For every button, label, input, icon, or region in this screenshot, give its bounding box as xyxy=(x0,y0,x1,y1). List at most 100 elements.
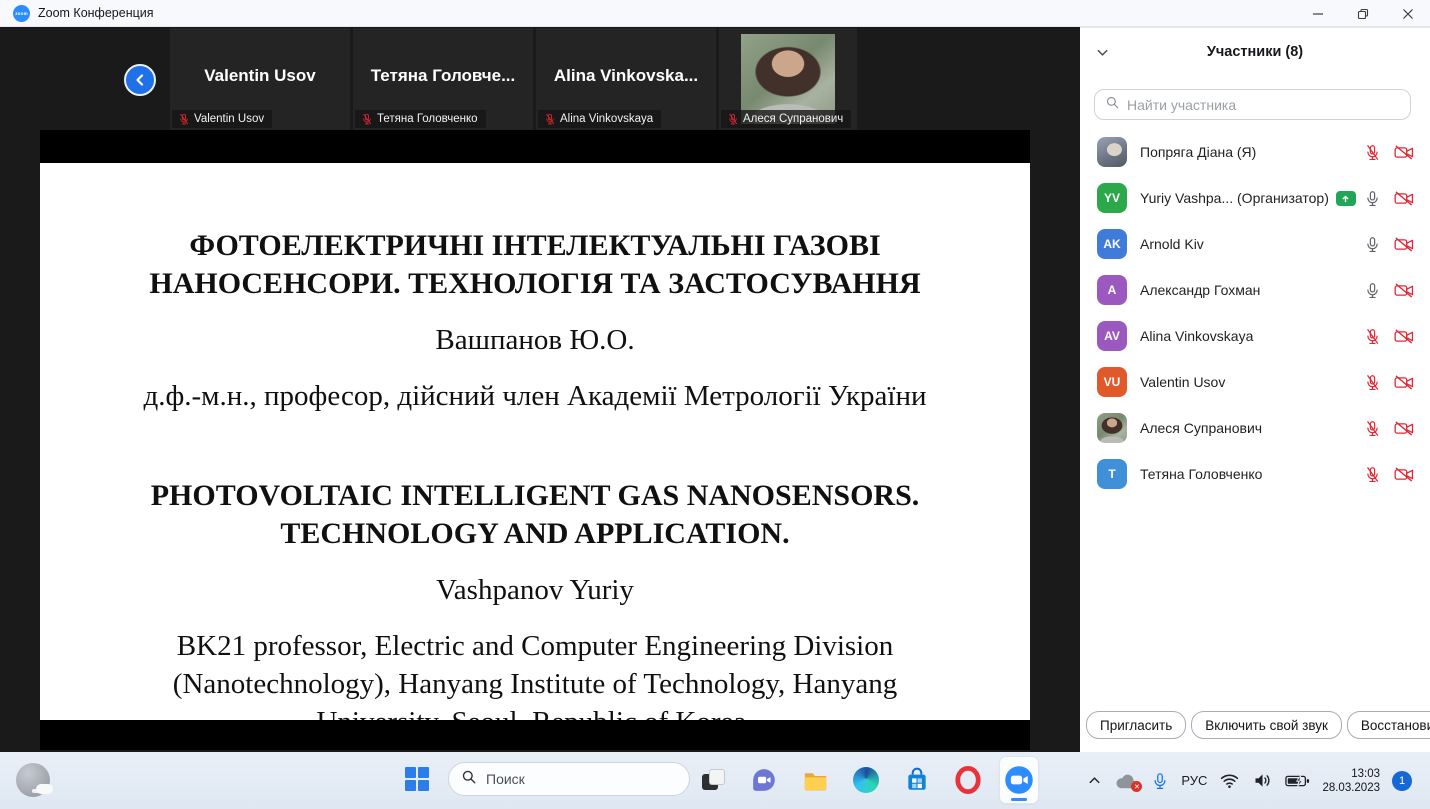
taskbar-apps xyxy=(694,757,1038,803)
slide-author-en: Vashpanov Yuriy xyxy=(68,571,1002,609)
participants-panel: Участники (8) Попряга Діана (Я) YV Yuriy V… xyxy=(1080,27,1430,752)
participant-row[interactable]: Алеся Супранович xyxy=(1080,405,1430,451)
mic-on-icon xyxy=(1364,190,1381,207)
video-off-icon xyxy=(1394,190,1414,207)
mic-on-icon xyxy=(1364,282,1381,299)
participant-search[interactable] xyxy=(1094,89,1411,120)
presentation-slide: ФОТОЕЛЕКТРИЧНІ ІНТЕЛЕКТУАЛЬНІ ГАЗОВІ НАН… xyxy=(40,163,1030,720)
mic-muted-icon xyxy=(727,113,739,125)
video-off-icon xyxy=(1394,374,1414,391)
video-tile-name: Alina Vinkovskaya xyxy=(560,113,653,125)
mic-muted-icon xyxy=(1364,466,1381,483)
participant-row[interactable]: Попряга Діана (Я) xyxy=(1080,129,1430,175)
restore-button[interactable] xyxy=(1340,0,1385,27)
video-off-icon xyxy=(1394,282,1414,299)
window-titlebar: zoom Zoom Конференция xyxy=(0,0,1430,27)
participants-title: Участники (8) xyxy=(1207,44,1303,60)
slide-author-uk: Вашпанов Ю.О. xyxy=(68,321,1002,359)
mic-muted-icon xyxy=(1364,374,1381,391)
taskbar-icon-file-explorer[interactable] xyxy=(796,757,834,803)
participant-search-input[interactable] xyxy=(1127,97,1400,113)
wifi-icon[interactable] xyxy=(1219,770,1240,791)
avatar: A xyxy=(1097,275,1127,305)
language-indicator[interactable]: РУС xyxy=(1181,773,1207,788)
video-tile-name: Valentin Usov xyxy=(194,113,264,125)
taskbar-icon-task-view[interactable] xyxy=(694,757,732,803)
video-tile-name: Алеся Супранович xyxy=(743,113,843,125)
taskbar-search[interactable] xyxy=(448,762,690,796)
volume-icon[interactable] xyxy=(1252,770,1273,791)
battery-icon[interactable] xyxy=(1285,774,1310,788)
taskbar-icon-edge[interactable] xyxy=(847,757,885,803)
slide-affiliation-uk: д.ф.-м.н., професор, дійсний член Академ… xyxy=(68,377,1002,415)
participant-name: Алеся Супранович xyxy=(1140,420,1262,436)
avatar: AK xyxy=(1097,229,1127,259)
video-tile-name-tag: Тетяна Головченко xyxy=(355,110,486,128)
weather-icon[interactable] xyxy=(16,763,50,797)
meeting-main-area: Valentin UsovValentin UsovТетяна Головче… xyxy=(0,27,1080,752)
slide-title-uk: ФОТОЕЛЕКТРИЧНІ ІНТЕЛЕКТУАЛЬНІ ГАЗОВІ НАН… xyxy=(68,227,1002,303)
mic-muted-icon xyxy=(544,113,556,125)
avatar: T xyxy=(1097,459,1127,489)
video-tile[interactable]: Тетяна Головче... Тетяна Головченко xyxy=(353,28,533,130)
start-button[interactable] xyxy=(405,767,429,791)
minimize-button[interactable] xyxy=(1295,0,1340,27)
mic-muted-icon xyxy=(1364,328,1381,345)
avatar xyxy=(1097,137,1127,167)
participant-name: Yuriy Vashpa... (Организатор) xyxy=(1140,190,1329,206)
zoom-logo-icon: zoom xyxy=(13,5,30,22)
onedrive-error-icon[interactable]: ✕ xyxy=(1114,771,1139,790)
taskbar-icon-chat[interactable] xyxy=(745,757,783,803)
shared-screen: ФОТОЕЛЕКТРИЧНІ ІНТЕЛЕКТУАЛЬНІ ГАЗОВІ НАН… xyxy=(40,130,1030,750)
mic-muted-icon xyxy=(1364,420,1381,437)
participant-row[interactable]: AK Arnold Kiv xyxy=(1080,221,1430,267)
notification-badge[interactable]: 1 xyxy=(1392,771,1412,791)
participant-row[interactable]: VUValentin Usov xyxy=(1080,359,1430,405)
participant-row[interactable]: AVAlina Vinkovskaya xyxy=(1080,313,1430,359)
participant-row[interactable]: A Александр Гохман xyxy=(1080,267,1430,313)
chevron-down-icon[interactable] xyxy=(1095,45,1110,60)
video-off-icon xyxy=(1394,236,1414,253)
unmute-button[interactable]: Включить свой звук xyxy=(1191,711,1342,739)
video-off-icon xyxy=(1394,420,1414,437)
participants-list: Попряга Діана (Я) YV Yuriy Vashpa... (Орга… xyxy=(1080,129,1430,497)
video-off-icon xyxy=(1394,328,1414,345)
mic-muted-icon xyxy=(1364,144,1381,161)
close-button[interactable] xyxy=(1385,0,1430,27)
mic-on-icon xyxy=(1364,236,1381,253)
slide-title-en: PHOTOVOLTAIC INTELLIGENT GAS NANOSENSORS… xyxy=(68,477,1002,553)
participant-name: Попряга Діана (Я) xyxy=(1140,144,1256,160)
video-tile-name: Тетяна Головченко xyxy=(377,113,478,125)
avatar xyxy=(1097,413,1127,443)
restore-order-button[interactable]: Восстанови xyxy=(1347,711,1430,739)
tray-microphone-icon[interactable] xyxy=(1151,772,1169,790)
participant-row[interactable]: YV Yuriy Vashpa... (Организатор) xyxy=(1080,175,1430,221)
participant-name: Alina Vinkovskaya xyxy=(1140,328,1253,344)
taskbar-icon-zoom[interactable] xyxy=(1000,757,1038,803)
participant-row[interactable]: T Тетяна Головченко xyxy=(1080,451,1430,497)
avatar: YV xyxy=(1097,183,1127,213)
video-off-icon xyxy=(1394,144,1414,161)
clock[interactable]: 13:03 28.03.2023 xyxy=(1322,767,1380,795)
error-badge: ✕ xyxy=(1131,781,1142,792)
taskbar-icon-opera[interactable] xyxy=(949,757,987,803)
video-tile[interactable]: Valentin UsovValentin Usov xyxy=(170,28,350,130)
participant-name: Александр Гохман xyxy=(1140,282,1260,298)
participant-display-name: Тетяна Головче... xyxy=(353,66,533,86)
video-tile[interactable]: Алеся Супранович xyxy=(719,28,857,130)
invite-button[interactable]: Пригласить xyxy=(1086,711,1186,739)
mic-muted-icon xyxy=(178,113,190,125)
video-tile[interactable]: Alina Vinkovska...Alina Vinkovskaya xyxy=(536,28,716,130)
avatar: VU xyxy=(1097,367,1127,397)
video-tile-name-tag: Alina Vinkovskaya xyxy=(538,110,661,128)
back-button[interactable] xyxy=(124,64,156,96)
participant-name: Arnold Kiv xyxy=(1140,236,1204,252)
search-icon xyxy=(461,769,477,790)
participant-name: Тетяна Головченко xyxy=(1140,466,1262,482)
taskbar-icon-store[interactable] xyxy=(898,757,936,803)
search-icon xyxy=(1105,95,1120,115)
tray-chevron-up-icon[interactable] xyxy=(1087,773,1102,788)
window-title: Zoom Конференция xyxy=(38,6,154,20)
taskbar-search-input[interactable] xyxy=(486,771,677,787)
tray-time: 13:03 xyxy=(1351,767,1380,781)
